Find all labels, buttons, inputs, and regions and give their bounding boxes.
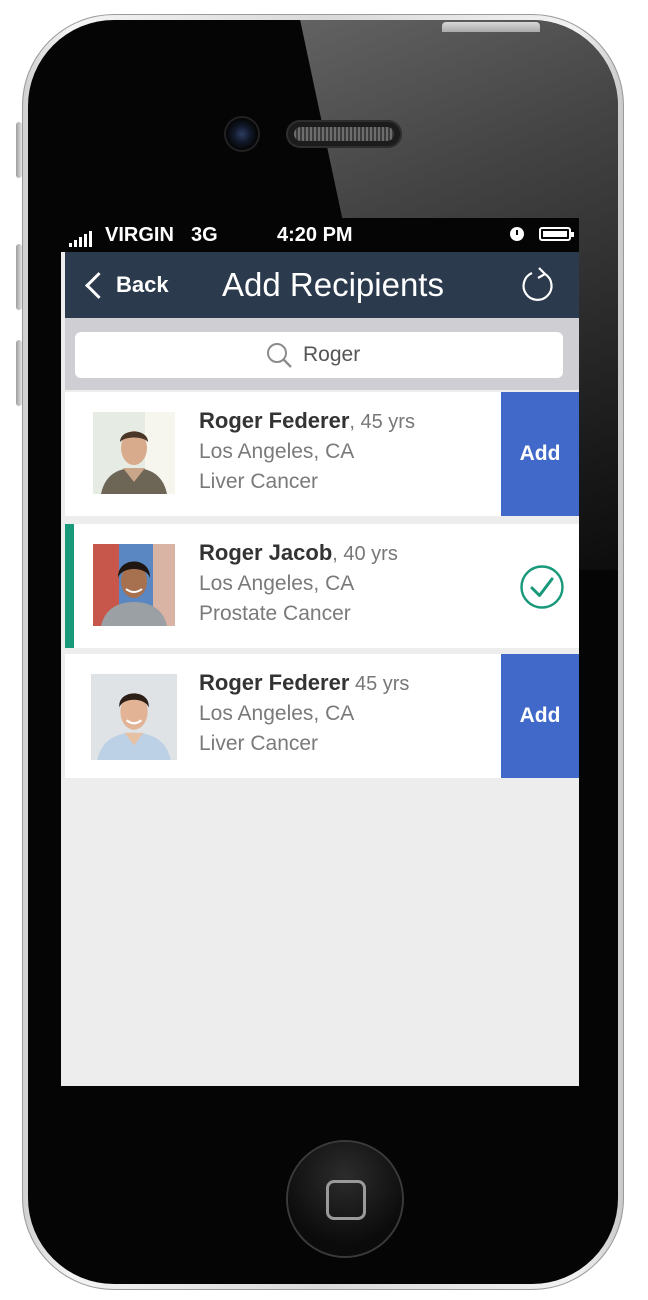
recipient-card[interactable]: Roger Federer, 45 yrs Los Angeles, CA Li… (65, 392, 579, 516)
recipient-age: , 40 yrs (332, 543, 398, 565)
recipient-name-line: Roger Federer 45 yrs (199, 668, 409, 699)
recipient-info: Roger Federer 45 yrs Los Angeles, CA Liv… (199, 668, 409, 759)
recipient-avatar (93, 544, 175, 626)
back-button-label: Back (116, 272, 169, 297)
search-icon (267, 343, 292, 368)
alarm-icon (510, 227, 524, 241)
recipient-info: Roger Jacob, 40 yrs Los Angeles, CA Pros… (199, 538, 398, 629)
recipient-card[interactable]: Roger Federer 45 yrs Los Angeles, CA Liv… (65, 654, 579, 778)
recipient-condition: Liver Cancer (199, 470, 319, 493)
recipient-name-line: Roger Jacob, 40 yrs (199, 538, 398, 569)
recipient-condition: Prostate Cancer (199, 602, 351, 625)
earpiece-speaker (286, 120, 402, 148)
back-button[interactable]: Back (83, 252, 169, 318)
recipient-location: Los Angeles, CA (199, 572, 355, 595)
recipient-name-line: Roger Federer, 45 yrs (199, 406, 415, 437)
recipient-location: Los Angeles, CA (199, 440, 355, 463)
search-bar (65, 318, 579, 390)
recipient-name: Roger Federer (199, 670, 350, 695)
recipient-age: 45 yrs (349, 673, 410, 695)
add-button[interactable]: Add (501, 392, 579, 516)
carrier-name: VIRGIN (105, 224, 174, 246)
front-camera (226, 118, 258, 150)
volume-down-button (16, 340, 22, 406)
network-type: 3G (191, 224, 218, 246)
status-bar: VIRGIN 3G 4:20 PM (61, 218, 579, 252)
app-screen: VIRGIN 3G 4:20 PM Back Add Recipients Ro… (61, 218, 579, 1086)
battery-icon (539, 227, 574, 241)
home-button[interactable] (288, 1142, 402, 1256)
status-time: 4:20 PM (277, 224, 353, 246)
chevron-left-icon (85, 271, 112, 299)
recipient-card-selected[interactable]: Roger Jacob, 40 yrs Los Angeles, CA Pros… (65, 524, 579, 648)
recipient-avatar (91, 674, 177, 760)
volume-up-button (16, 244, 22, 310)
recipient-name: Roger Jacob (199, 540, 333, 565)
recipient-location: Los Angeles, CA (199, 702, 355, 725)
power-button (442, 22, 540, 32)
search-field[interactable] (75, 332, 563, 378)
check-circle-icon[interactable] (519, 564, 565, 610)
navigation-bar: Back Add Recipients (65, 252, 579, 318)
recipient-info: Roger Federer, 45 yrs Los Angeles, CA Li… (199, 406, 415, 497)
search-input[interactable] (303, 343, 373, 367)
recipient-name: Roger Federer (199, 408, 350, 433)
add-button[interactable]: Add (501, 654, 579, 778)
refresh-icon[interactable] (519, 266, 557, 304)
signal-icon (69, 231, 92, 247)
recipient-avatar (93, 412, 175, 494)
mute-switch (16, 122, 22, 178)
recipient-condition: Liver Cancer (199, 732, 319, 755)
recipient-age: , 45 yrs (349, 411, 415, 433)
